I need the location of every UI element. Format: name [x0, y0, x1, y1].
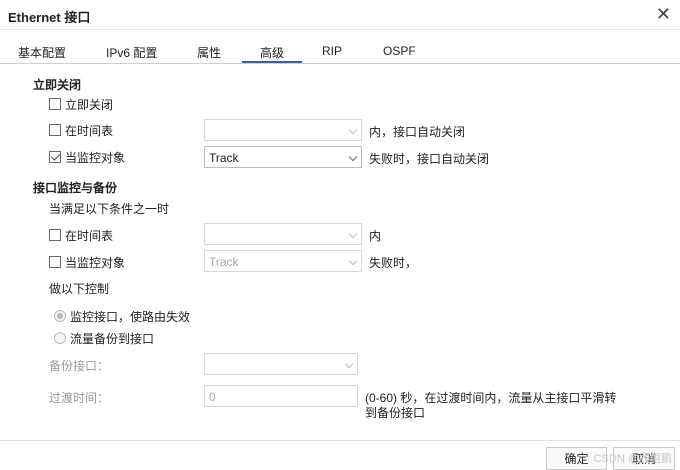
tab-advanced[interactable]: 高级	[242, 36, 302, 63]
backup-monitor-checkbox[interactable]: 当监控对象	[49, 254, 125, 270]
tab-basic-config[interactable]: 基本配置	[18, 44, 66, 61]
shutdown-monitor-suffix: 失败时，接口自动关闭	[369, 152, 490, 166]
checkbox-label: 当监控对象	[65, 255, 126, 270]
checkbox-box[interactable]	[49, 98, 61, 110]
select-value: Track	[209, 151, 239, 165]
radio-button-selected[interactable]	[54, 310, 66, 322]
transition-time-input[interactable]: 0	[204, 385, 358, 407]
radio-label: 流量备份到接口	[70, 331, 155, 346]
chevron-down-icon	[344, 359, 354, 369]
backup-monitor-suffix: 失败时，	[369, 256, 418, 270]
shutdown-schedule-select[interactable]	[204, 119, 362, 141]
shutdown-monitor-checkbox[interactable]: 当监控对象	[49, 149, 125, 165]
input-value: 0	[209, 390, 216, 404]
backup-condition-text: 当满足以下条件之一时	[49, 202, 170, 216]
shutdown-schedule-checkbox[interactable]: 在时间表	[49, 122, 113, 138]
tab-bar: 基本配置 IPv6 配置 属性 高级 RIP OSPF	[0, 36, 680, 64]
backup-monitor-select[interactable]: Track	[204, 250, 362, 272]
radio-button[interactable]	[54, 332, 66, 344]
checkbox-box[interactable]	[49, 256, 61, 268]
shutdown-immediate-checkbox[interactable]: 立即关闭	[49, 96, 113, 112]
dialog-title: Ethernet 接口	[8, 10, 91, 25]
backup-section-title: 接口监控与备份	[33, 181, 118, 195]
tab-rip[interactable]: RIP	[322, 44, 342, 58]
checkbox-label: 当监控对象	[65, 150, 126, 165]
shutdown-monitor-select[interactable]: Track	[204, 146, 362, 168]
checkbox-label: 立即关闭	[65, 97, 114, 112]
backup-action-text: 做以下控制	[49, 282, 110, 296]
tab-properties[interactable]: 属性	[197, 44, 221, 61]
backup-interface-label: 备份接口：	[49, 359, 110, 373]
transition-time-label: 过渡时间：	[49, 391, 110, 405]
backup-schedule-checkbox[interactable]: 在时间表	[49, 227, 113, 243]
watermark: CSDN @顾鲲鹏	[593, 453, 672, 465]
checkbox-box[interactable]	[49, 229, 61, 241]
checkbox-box[interactable]	[49, 124, 61, 136]
radio-backup-interface[interactable]: 流量备份到接口	[54, 330, 154, 346]
close-icon[interactable]: ✕	[656, 5, 671, 23]
radio-label: 监控接口，使路由失效	[70, 309, 191, 324]
radio-monitor-interface[interactable]: 监控接口，使路由失效	[54, 308, 190, 324]
select-value: Track	[209, 255, 239, 269]
backup-interface-select[interactable]	[204, 353, 358, 375]
chevron-down-icon	[348, 125, 358, 135]
chevron-down-icon	[348, 229, 358, 239]
tab-ospf[interactable]: OSPF	[383, 44, 416, 58]
chevron-down-icon	[348, 152, 358, 162]
checkbox-label: 在时间表	[65, 123, 114, 138]
dialog-titlebar: Ethernet 接口 ✕	[0, 0, 680, 30]
checkbox-box-checked[interactable]	[49, 151, 61, 163]
advanced-panel: 立即关闭 立即关闭 在时间表 内，接口自动关闭 当监控对象 Track 失败时，…	[0, 65, 680, 440]
shutdown-section-title: 立即关闭	[33, 78, 82, 92]
checkbox-label: 在时间表	[65, 228, 114, 243]
tab-ipv6-config[interactable]: IPv6 配置	[106, 44, 157, 61]
backup-schedule-suffix: 内	[369, 229, 382, 243]
chevron-down-icon	[348, 256, 358, 266]
footer-divider	[0, 440, 680, 441]
transition-hint-line2: 到备份接口	[365, 406, 426, 420]
shutdown-schedule-suffix: 内，接口自动关闭	[369, 125, 466, 139]
backup-schedule-select[interactable]	[204, 223, 362, 245]
